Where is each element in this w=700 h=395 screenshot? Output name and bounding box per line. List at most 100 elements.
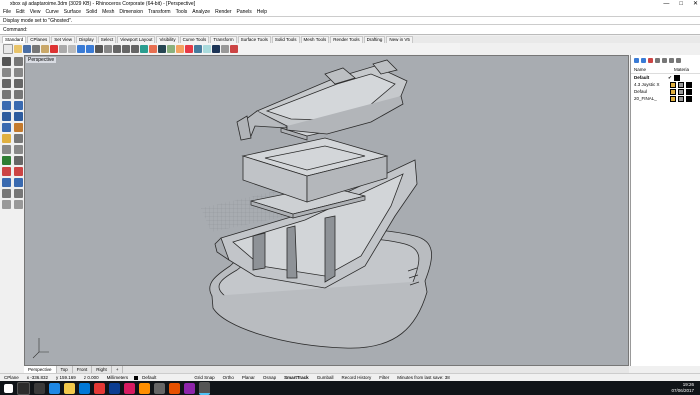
zoom-extents-icon[interactable] [131, 44, 139, 53]
tab-standard[interactable]: Standard [2, 36, 27, 43]
rhino-icon[interactable] [199, 381, 210, 395]
move-down-icon[interactable] [662, 58, 667, 63]
tab-perspective[interactable]: Perspective [24, 366, 57, 373]
ortho-toggle[interactable]: Ortho [219, 375, 238, 380]
menu-file[interactable]: File [3, 9, 11, 15]
analyze-icon[interactable] [2, 200, 11, 209]
indesign-icon[interactable] [124, 382, 135, 394]
curve-icon[interactable] [14, 68, 23, 77]
lightbulb-icon[interactable] [670, 95, 676, 102]
search-icon[interactable] [17, 381, 30, 395]
command-line[interactable]: Command: [0, 25, 700, 35]
app-icon[interactable] [169, 382, 180, 394]
tab-drafting[interactable]: Drafting [363, 36, 386, 43]
menu-edit[interactable]: Edit [16, 9, 25, 15]
paste-icon[interactable] [68, 44, 76, 53]
tab-surface-tools[interactable]: Surface Tools [237, 36, 271, 43]
hide-icon[interactable] [185, 44, 193, 53]
edge-browser-icon[interactable] [49, 382, 60, 394]
menu-solid[interactable]: Solid [86, 9, 97, 15]
chrome-icon[interactable] [94, 382, 105, 394]
circle-icon[interactable] [2, 79, 11, 88]
point-icon[interactable] [14, 57, 23, 66]
menu-render[interactable]: Render [215, 9, 231, 15]
fillet-icon[interactable] [2, 145, 11, 154]
layer-settings-icon[interactable] [676, 58, 681, 63]
new-sublayer-icon[interactable] [641, 58, 646, 63]
task-view-icon[interactable] [34, 382, 45, 394]
tab-set-view[interactable]: Set View [51, 36, 75, 43]
undo-icon[interactable] [77, 44, 85, 53]
polyline-icon[interactable] [2, 68, 11, 77]
trim-icon[interactable] [2, 167, 11, 176]
gumball-toggle[interactable]: Gumball [313, 375, 338, 380]
render-icon[interactable] [167, 44, 175, 53]
move-up-icon[interactable] [655, 58, 660, 63]
new-file-icon[interactable] [3, 43, 13, 54]
cplane-icon[interactable] [149, 44, 157, 53]
osnap-toggle[interactable]: Osnap [259, 375, 280, 380]
light-icon[interactable] [176, 44, 184, 53]
smarttrack-toggle[interactable]: SmartTrack [280, 375, 313, 380]
layer-icon[interactable] [203, 44, 211, 53]
windows-start-icon[interactable] [4, 383, 13, 393]
explode-icon[interactable] [14, 178, 23, 187]
media-icon[interactable] [154, 382, 165, 394]
block-icon[interactable] [14, 189, 23, 198]
cut-icon[interactable] [50, 44, 58, 53]
options-icon[interactable] [221, 44, 229, 53]
lock-icon[interactable] [678, 95, 684, 102]
units-label[interactable]: Millimeters [103, 375, 133, 380]
copy-icon[interactable] [59, 44, 67, 53]
lock-icon[interactable] [194, 44, 202, 53]
join-icon[interactable] [2, 178, 11, 187]
import-icon[interactable] [41, 44, 49, 53]
layer-row[interactable]: 20_FINAL_ [631, 95, 700, 102]
store-icon[interactable] [79, 382, 90, 394]
current-layer[interactable]: Default [138, 375, 160, 380]
shaded-view-icon[interactable] [158, 44, 166, 53]
maximize-button[interactable]: □ [679, 0, 683, 8]
sphere-icon[interactable] [14, 112, 23, 121]
new-layer-icon[interactable] [634, 58, 639, 63]
tab-curve-tools[interactable]: Curve Tools [179, 36, 210, 43]
box-icon[interactable] [2, 112, 11, 121]
open-folder-icon[interactable] [14, 44, 22, 53]
tab-mesh-tools[interactable]: Mesh Tools [300, 36, 330, 43]
layer-row[interactable]: Default ✔ [631, 74, 700, 81]
record-history-toggle[interactable]: Record History [337, 375, 375, 380]
filter-toggle[interactable]: Filter [375, 375, 393, 380]
help-icon[interactable] [230, 44, 238, 53]
arc-icon[interactable] [14, 79, 23, 88]
layer-color-swatch[interactable] [673, 74, 680, 81]
polygon-icon[interactable] [14, 90, 23, 99]
array-icon[interactable] [14, 156, 23, 165]
tab-new-in-v5[interactable]: New in V5 [386, 36, 413, 43]
lightbulb-icon[interactable] [670, 88, 676, 95]
menu-help[interactable]: Help [257, 9, 267, 15]
tab-right[interactable]: Right [92, 366, 112, 373]
zoom-window-icon[interactable] [122, 44, 130, 53]
illustrator-icon[interactable] [139, 382, 150, 394]
redo-icon[interactable] [86, 44, 94, 53]
tab-render-tools[interactable]: Render Tools [330, 36, 363, 43]
menu-panels[interactable]: Panels [237, 9, 252, 15]
offset-icon[interactable] [14, 145, 23, 154]
tab-display[interactable]: Display [75, 36, 97, 43]
split-icon[interactable] [14, 167, 23, 176]
rectangle-icon[interactable] [2, 90, 11, 99]
planar-toggle[interactable]: Planar [238, 375, 259, 380]
layer-row[interactable]: 4.3 Joystic X [631, 81, 700, 88]
grid-icon[interactable] [140, 44, 148, 53]
tab-top[interactable]: Top [57, 366, 73, 373]
close-button[interactable]: ✕ [693, 0, 698, 8]
app-icon[interactable] [184, 382, 195, 394]
lock-icon[interactable] [678, 88, 684, 95]
text-icon[interactable] [14, 200, 23, 209]
menu-analyze[interactable]: Analyze [192, 9, 210, 15]
perspective-viewport[interactable]: Perspective [24, 55, 629, 366]
menu-transform[interactable]: Transform [148, 9, 171, 15]
tab-select[interactable]: Select [97, 36, 117, 43]
group-icon[interactable] [2, 189, 11, 198]
photoshop-icon[interactable] [109, 382, 120, 394]
